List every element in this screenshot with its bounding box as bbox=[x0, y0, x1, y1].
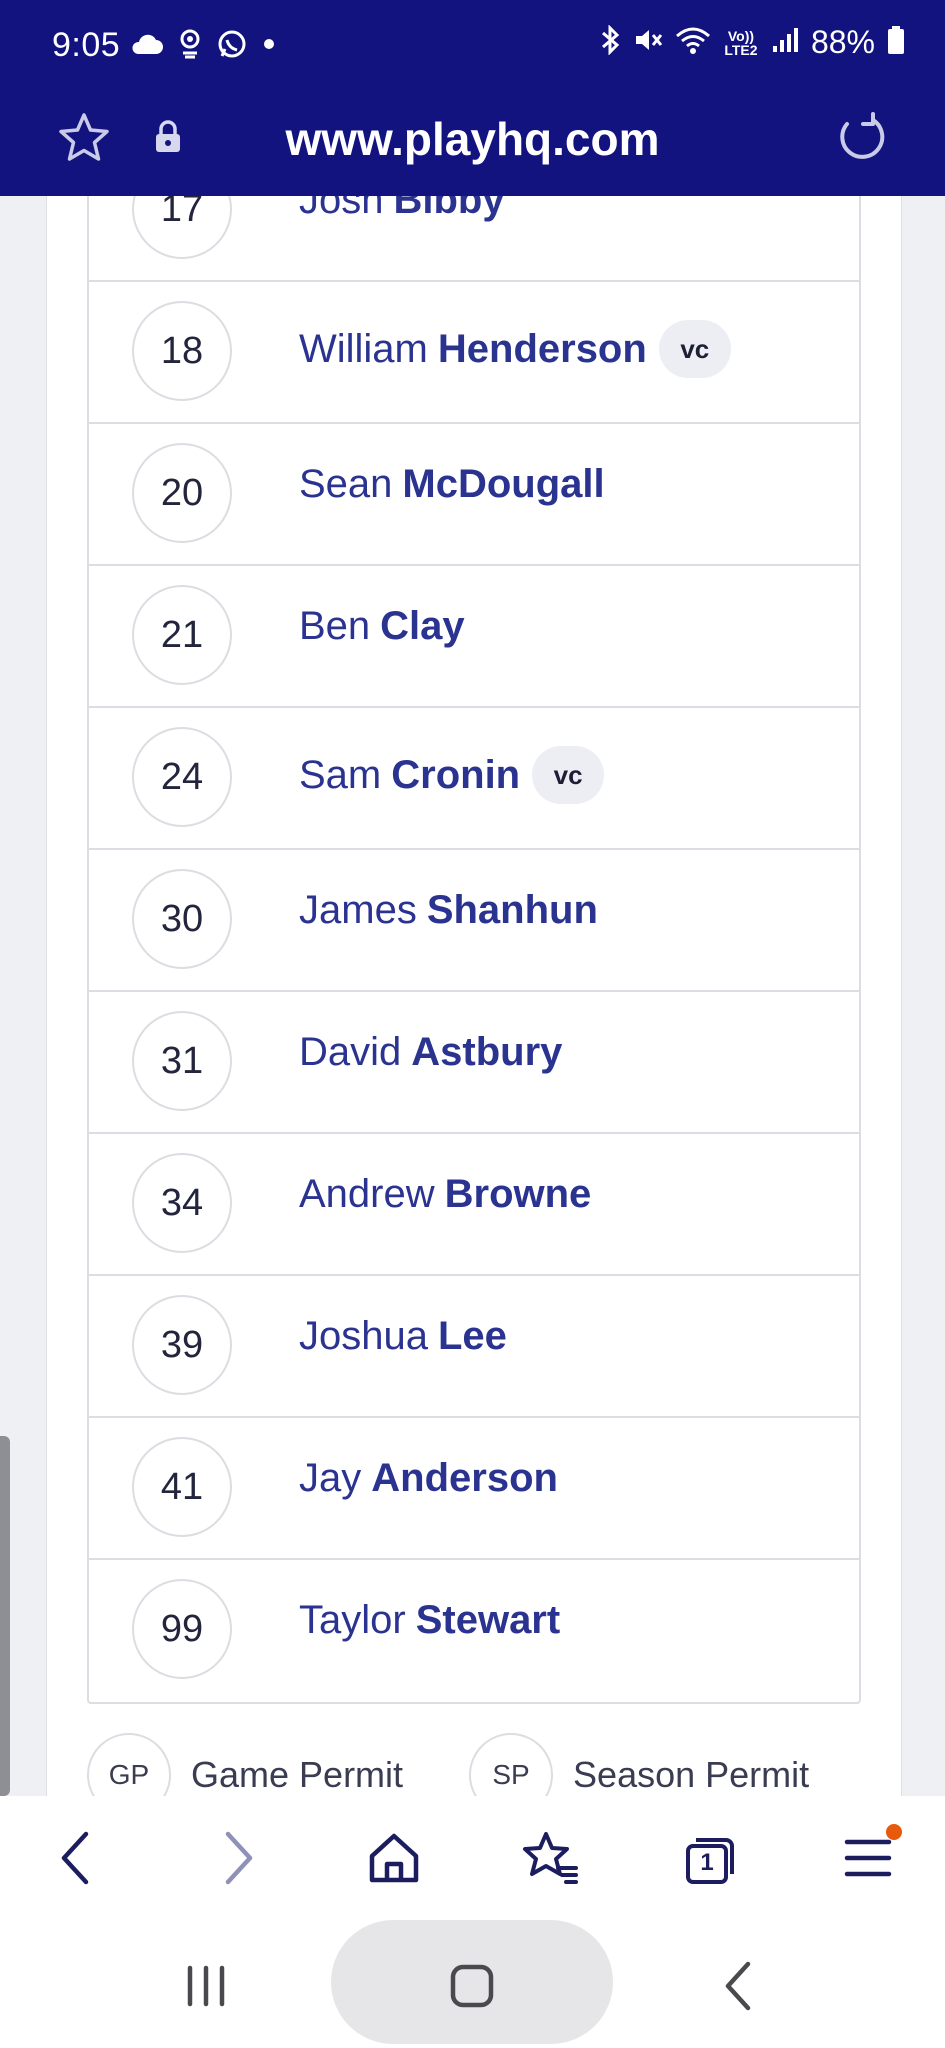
player-number: 34 bbox=[132, 1153, 232, 1253]
player-row[interactable]: 41 Jay Anderson bbox=[89, 1418, 859, 1560]
tabs-icon: 1 bbox=[682, 1832, 738, 1888]
wifi-icon bbox=[675, 25, 711, 60]
player-first-name: Joshua bbox=[299, 1314, 428, 1358]
cloud-icon bbox=[130, 32, 164, 61]
signal-icon bbox=[771, 26, 799, 59]
player-number: 41 bbox=[132, 1437, 232, 1537]
legend-label: Game Permit bbox=[191, 1754, 404, 1795]
url-text[interactable]: www.playhq.com bbox=[0, 112, 945, 166]
player-first-name: Taylor bbox=[299, 1598, 406, 1642]
player-name[interactable]: Taylor Stewart bbox=[299, 1598, 560, 1643]
player-name[interactable]: David Astbury bbox=[299, 1030, 562, 1075]
notification-dot bbox=[886, 1824, 902, 1840]
player-name[interactable]: William Henderson vc bbox=[299, 320, 731, 378]
recent-apps-icon bbox=[182, 1964, 230, 2013]
player-number: 39 bbox=[132, 1295, 232, 1395]
player-first-name: William bbox=[299, 326, 428, 371]
page-card: 17 Josh Bibby 18 William Henderson vc 20… bbox=[46, 140, 902, 1817]
browser-toolbar: 1 bbox=[0, 1796, 945, 1920]
forward-icon bbox=[218, 1830, 258, 1891]
player-row[interactable]: 34 Andrew Browne bbox=[89, 1134, 859, 1276]
battery-percent: 88% bbox=[810, 24, 875, 60]
player-name[interactable]: Jay Anderson bbox=[299, 1456, 558, 1501]
player-first-name: James bbox=[299, 888, 417, 932]
player-roster: 17 Josh Bibby 18 William Henderson vc 20… bbox=[87, 140, 861, 1704]
player-name[interactable]: James Shanhun bbox=[299, 888, 598, 933]
player-name[interactable]: Andrew Browne bbox=[299, 1172, 591, 1217]
player-row[interactable]: 24 Sam Cronin vc bbox=[89, 708, 859, 850]
player-first-name: Andrew bbox=[299, 1172, 435, 1216]
player-number: 31 bbox=[132, 1011, 232, 1111]
system-back-icon bbox=[718, 1960, 758, 2017]
forward-button[interactable] bbox=[198, 1820, 278, 1900]
location-pin-icon bbox=[178, 29, 202, 64]
player-name[interactable]: Sean McDougall bbox=[299, 462, 605, 507]
player-row[interactable]: 18 William Henderson vc bbox=[89, 282, 859, 424]
system-home-button[interactable] bbox=[432, 1948, 512, 2028]
reload-icon[interactable] bbox=[833, 110, 889, 171]
dot-icon bbox=[262, 37, 276, 56]
menu-icon bbox=[843, 1834, 893, 1887]
player-name[interactable]: Ben Clay bbox=[299, 604, 465, 649]
player-first-name: Sean bbox=[299, 462, 393, 506]
player-number: 18 bbox=[132, 301, 232, 401]
player-last-name: Clay bbox=[380, 604, 465, 648]
home-button[interactable] bbox=[354, 1820, 434, 1900]
player-row[interactable]: 39 Joshua Lee bbox=[89, 1276, 859, 1418]
address-bar: www.playhq.com bbox=[0, 96, 945, 196]
bluetooth-icon bbox=[599, 24, 621, 60]
player-number: 99 bbox=[132, 1579, 232, 1679]
player-number: 20 bbox=[132, 443, 232, 543]
player-row[interactable]: 99 Taylor Stewart bbox=[89, 1560, 859, 1702]
status-left-icons bbox=[130, 28, 276, 65]
player-first-name: Sam bbox=[299, 752, 382, 797]
player-last-name: Henderson bbox=[437, 326, 647, 371]
vice-captain-badge: vc bbox=[658, 320, 731, 378]
tab-count: 1 bbox=[700, 1849, 714, 1876]
system-navigation-bar bbox=[0, 1920, 945, 2048]
player-last-name: Cronin bbox=[391, 752, 521, 797]
legend-label: Season Permit bbox=[573, 1754, 810, 1795]
battery-icon bbox=[887, 25, 905, 60]
player-first-name: Ben bbox=[299, 604, 371, 648]
player-name[interactable]: Joshua Lee bbox=[299, 1314, 507, 1359]
vice-captain-badge: vc bbox=[532, 746, 605, 804]
player-number: 21 bbox=[132, 585, 232, 685]
player-row[interactable]: 21 Ben Clay bbox=[89, 566, 859, 708]
bookmarks-button[interactable] bbox=[510, 1820, 590, 1900]
player-row[interactable]: 20 Sean McDougall bbox=[89, 424, 859, 566]
home-icon bbox=[366, 1830, 422, 1891]
player-first-name: Jay bbox=[299, 1456, 362, 1500]
status-bar: 9:05 Vo)) LTE2 88% bbox=[0, 0, 945, 92]
recent-apps-button[interactable] bbox=[166, 1948, 246, 2028]
menu-button[interactable] bbox=[828, 1820, 908, 1900]
player-number: 30 bbox=[132, 869, 232, 969]
player-last-name: Shanhun bbox=[426, 888, 598, 932]
bookmarks-icon bbox=[520, 1830, 580, 1891]
player-last-name: McDougall bbox=[402, 462, 605, 506]
player-last-name: Stewart bbox=[415, 1598, 561, 1642]
player-number: 24 bbox=[132, 727, 232, 827]
player-last-name: Lee bbox=[437, 1314, 507, 1358]
player-row[interactable]: 31 David Astbury bbox=[89, 992, 859, 1134]
tabs-button[interactable]: 1 bbox=[670, 1820, 750, 1900]
player-row[interactable]: 30 James Shanhun bbox=[89, 850, 859, 992]
player-last-name: Browne bbox=[444, 1172, 592, 1216]
player-last-name: Anderson bbox=[371, 1456, 558, 1500]
player-name[interactable]: Sam Cronin vc bbox=[299, 746, 605, 804]
player-first-name: David bbox=[299, 1030, 402, 1074]
home-square-icon bbox=[448, 1962, 496, 2015]
back-icon bbox=[56, 1830, 96, 1891]
top-bar: 9:05 Vo)) LTE2 88% www.playhq.com bbox=[0, 0, 945, 196]
whatsapp-icon bbox=[216, 28, 248, 65]
back-button[interactable] bbox=[36, 1820, 116, 1900]
status-right-icons: Vo)) LTE2 88% bbox=[599, 24, 905, 61]
mute-icon bbox=[633, 25, 663, 60]
volte-lte2-icon: Vo)) LTE2 bbox=[724, 27, 758, 58]
status-time: 9:05 bbox=[52, 26, 121, 64]
system-back-button[interactable] bbox=[698, 1948, 778, 2028]
player-last-name: Astbury bbox=[411, 1030, 563, 1074]
scroll-indicator[interactable] bbox=[0, 1436, 10, 1796]
